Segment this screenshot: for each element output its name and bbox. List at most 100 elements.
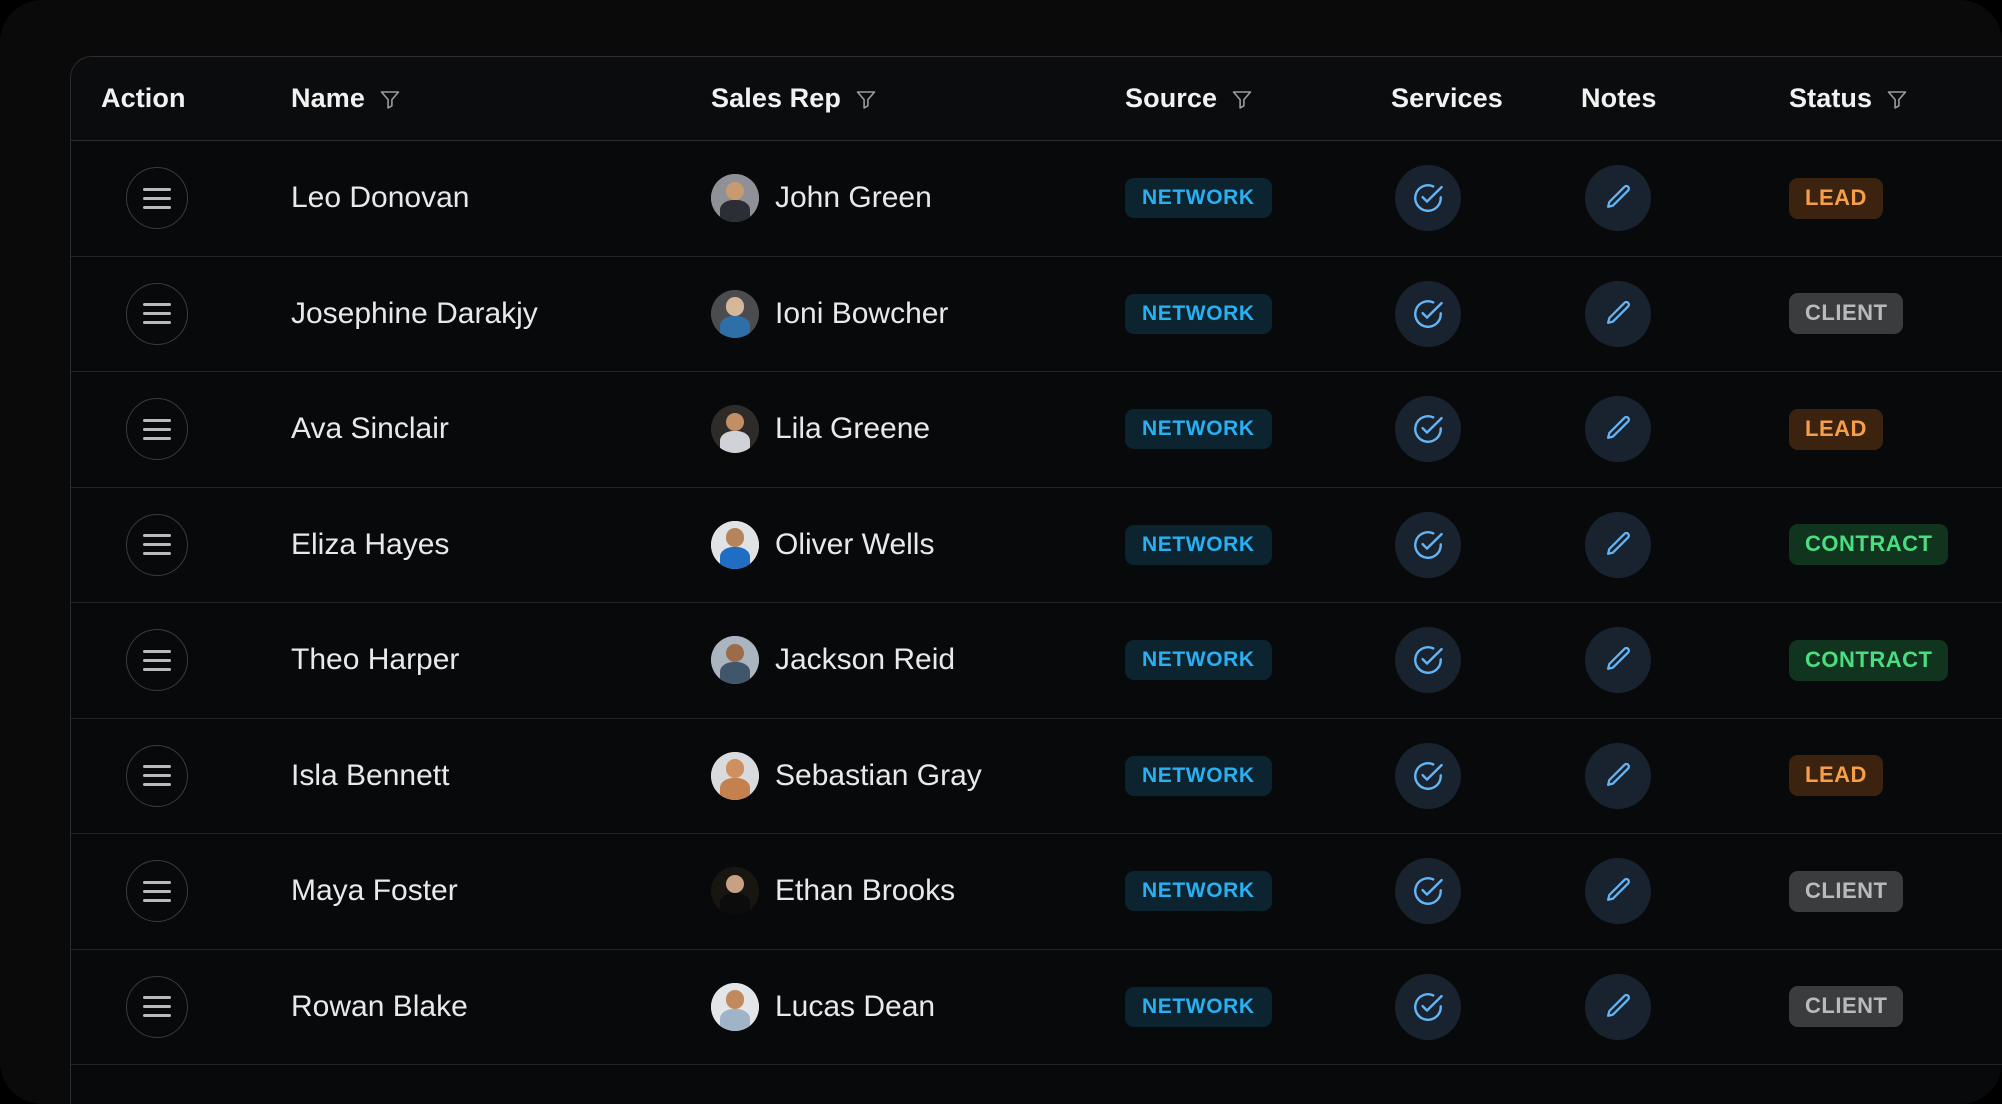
status-badge: CLIENT: [1789, 986, 1904, 1028]
sales-rep-name: Ioni Bowcher: [775, 296, 949, 330]
cell-services: [1357, 256, 1557, 372]
column-header-status-label: Status: [1789, 83, 1873, 113]
row-action-menu-button[interactable]: [126, 513, 188, 576]
customer-name: Josephine Darakjy: [291, 296, 538, 330]
table-row[interactable]: Rowan Blake Lucas Dean NETWORK CLIENT: [71, 949, 2002, 1065]
customer-name: Eliza Hayes: [291, 527, 450, 561]
column-header-name[interactable]: Name: [261, 57, 681, 141]
table-row[interactable]: Leo Donovan John Green NETWORK LEAD: [71, 140, 2002, 257]
check-circle-icon: [1411, 990, 1445, 1024]
cell-status: CLIENT: [1767, 949, 2002, 1065]
column-header-services-label: Services: [1391, 83, 1503, 113]
cell-source: NETWORK: [1101, 602, 1357, 719]
check-circle-icon: [1411, 181, 1445, 215]
cell-status: LEAD: [1767, 718, 2002, 834]
table-row[interactable]: Isla Bennett Sebastian Gray NETWORK LEAD: [71, 718, 2002, 834]
notes-button[interactable]: [1585, 165, 1651, 232]
column-header-sales-rep-label: Sales Rep: [711, 83, 841, 113]
customer-name: Isla Bennett: [291, 758, 450, 792]
column-header-name-label: Name: [291, 83, 365, 113]
notes-button[interactable]: [1585, 858, 1651, 925]
services-button[interactable]: [1395, 396, 1461, 463]
cell-notes: [1557, 487, 1767, 603]
column-header-sales-rep[interactable]: Sales Rep: [681, 57, 1101, 141]
notes-button[interactable]: [1585, 742, 1651, 809]
table-header-row: Action Name Sales Rep Source Services No…: [71, 57, 2002, 141]
cell-action: [71, 833, 261, 950]
cell-services: [1357, 371, 1557, 488]
services-button[interactable]: [1395, 280, 1461, 347]
row-action-menu-button[interactable]: [126, 629, 188, 692]
avatar: [711, 405, 759, 454]
hamburger-menu-icon: [143, 303, 171, 325]
check-circle-icon: [1411, 643, 1445, 677]
avatar: [711, 982, 759, 1031]
cell-services: [1357, 602, 1557, 719]
column-header-services[interactable]: Services: [1357, 57, 1557, 141]
pencil-edit-icon: [1602, 991, 1634, 1023]
table-row[interactable]: Theo Harper Jackson Reid NETWORK CONTRACT: [71, 602, 2002, 719]
cell-sales-rep: Sebastian Gray: [681, 718, 1101, 834]
column-header-notes[interactable]: Notes: [1557, 57, 1767, 141]
cell-notes: [1557, 602, 1767, 719]
column-header-status[interactable]: Status: [1767, 57, 2002, 141]
notes-button[interactable]: [1585, 627, 1651, 694]
cell-status: CLIENT: [1767, 256, 2002, 372]
row-action-menu-button[interactable]: [126, 282, 188, 345]
table-row[interactable]: Eliza Hayes Oliver Wells NETWORK CONTRACT: [71, 487, 2002, 603]
hamburger-menu-icon: [143, 418, 171, 440]
filter-funnel-icon[interactable]: [1884, 86, 1910, 112]
services-button[interactable]: [1395, 973, 1461, 1040]
pencil-edit-icon: [1602, 298, 1634, 330]
customer-name: Leo Donovan: [291, 181, 470, 215]
customer-name: Ava Sinclair: [291, 412, 449, 446]
cell-source: NETWORK: [1101, 371, 1357, 488]
services-button[interactable]: [1395, 742, 1461, 809]
row-action-menu-button[interactable]: [126, 860, 188, 923]
cell-status: CLIENT: [1767, 833, 2002, 950]
status-badge: LEAD: [1789, 177, 1883, 219]
notes-button[interactable]: [1585, 511, 1651, 578]
table-body: Leo Donovan John Green NETWORK LEAD Josephin…: [71, 140, 2002, 1065]
cell-sales-rep: Jackson Reid: [681, 602, 1101, 719]
customer-name: Theo Harper: [291, 643, 460, 677]
row-action-menu-button[interactable]: [126, 744, 188, 807]
cell-action: [71, 256, 261, 372]
table-row[interactable]: Josephine Darakjy Ioni Bowcher NETWORK CLIE…: [71, 256, 2002, 372]
notes-button[interactable]: [1585, 280, 1651, 347]
cell-action: [71, 949, 261, 1065]
table-header: Action Name Sales Rep Source Services No…: [71, 57, 2002, 141]
status-badge: CLIENT: [1789, 293, 1904, 335]
status-badge: CONTRACT: [1789, 639, 1949, 681]
services-button[interactable]: [1395, 858, 1461, 925]
source-badge: NETWORK: [1125, 409, 1272, 450]
source-badge: NETWORK: [1125, 871, 1272, 912]
services-button[interactable]: [1395, 165, 1461, 232]
column-header-action[interactable]: Action: [71, 57, 261, 141]
table-row[interactable]: Maya Foster Ethan Brooks NETWORK CLIENT: [71, 833, 2002, 950]
services-button[interactable]: [1395, 511, 1461, 578]
source-badge: NETWORK: [1125, 293, 1272, 334]
cell-source: NETWORK: [1101, 140, 1357, 257]
cell-services: [1357, 949, 1557, 1065]
filter-funnel-icon[interactable]: [377, 86, 403, 112]
notes-button[interactable]: [1585, 973, 1651, 1040]
cell-action: [71, 140, 261, 257]
cell-sales-rep: Lila Greene: [681, 371, 1101, 488]
filter-funnel-icon[interactable]: [853, 86, 879, 112]
filter-funnel-icon[interactable]: [1229, 86, 1255, 112]
row-action-menu-button[interactable]: [126, 167, 188, 230]
services-button[interactable]: [1395, 627, 1461, 694]
notes-button[interactable]: [1585, 396, 1651, 463]
table-row[interactable]: Ava Sinclair Lila Greene NETWORK LEAD: [71, 371, 2002, 488]
cell-sales-rep: John Green: [681, 140, 1101, 257]
row-action-menu-button[interactable]: [126, 398, 188, 461]
sales-rep-name: Sebastian Gray: [775, 758, 982, 792]
sales-rep-name: Lucas Dean: [775, 989, 936, 1023]
row-action-menu-button[interactable]: [126, 975, 188, 1038]
cell-action: [71, 602, 261, 719]
cell-services: [1357, 487, 1557, 603]
column-header-source[interactable]: Source: [1101, 57, 1357, 141]
check-circle-icon: [1411, 874, 1445, 908]
cell-sales-rep: Ethan Brooks: [681, 833, 1101, 950]
